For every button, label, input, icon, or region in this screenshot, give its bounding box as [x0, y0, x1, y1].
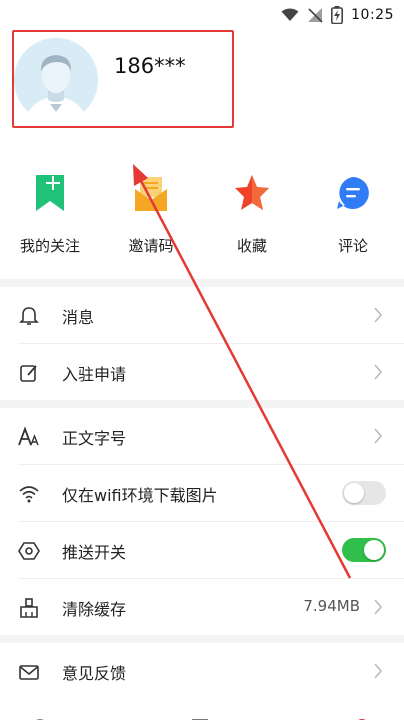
action-invite-code-label: 邀请码: [128, 237, 174, 255]
chevron-right-icon: [374, 663, 383, 679]
mail-icon: [19, 665, 39, 680]
tab-bar-icons-peek: [36, 719, 366, 720]
menu-item-apply[interactable]: 入驻申请: [0, 344, 404, 400]
wifi-images-toggle[interactable]: [342, 481, 386, 505]
menu-item-messages[interactable]: 消息: [0, 287, 404, 343]
bell-icon: [19, 307, 39, 325]
cache-size-value: 7.94MB: [303, 597, 360, 615]
section-divider: [0, 279, 404, 287]
font-size-icon: [18, 426, 39, 446]
menu-item-font-size-label: 正文字号: [62, 429, 127, 448]
chevron-right-icon: [374, 307, 383, 323]
menu-item-apply-label: 入驻申请: [62, 365, 127, 384]
wifi-signal-icon: [281, 8, 299, 21]
annotation-highlight-box: [12, 30, 234, 128]
bookmark-plus-icon: [36, 175, 64, 211]
menu-item-push: 推送开关: [0, 522, 404, 578]
push-toggle[interactable]: [342, 538, 386, 562]
menu-item-clear-cache[interactable]: 清除缓存 7.94MB: [0, 579, 404, 635]
status-bar: 10:25: [0, 0, 404, 30]
menu-item-font-size[interactable]: 正文字号: [0, 408, 404, 464]
envelope-icon: [135, 177, 167, 211]
menu-item-wifi-images-label: 仅在wifi环境下载图片: [62, 486, 218, 505]
menu-item-wifi-images: 仅在wifi环境下载图片: [0, 465, 404, 521]
chat-bubble-icon: [337, 177, 369, 209]
action-following[interactable]: 我的关注: [5, 165, 95, 265]
chevron-right-icon: [374, 364, 383, 380]
quick-actions: 我的关注 邀请码 收藏 评论: [0, 165, 404, 265]
action-favorites-label: 收藏: [236, 237, 267, 255]
action-comments-label: 评论: [337, 237, 368, 255]
chevron-right-icon: [374, 599, 383, 615]
menu-item-feedback[interactable]: 意见反馈: [0, 643, 404, 699]
chevron-right-icon: [374, 428, 383, 444]
menu-item-feedback-label: 意见反馈: [62, 664, 127, 683]
battery-charging-icon: [331, 6, 344, 24]
action-invite-code[interactable]: 邀请码: [106, 165, 196, 265]
profile-header[interactable]: 186***: [0, 30, 404, 140]
star-icon: [235, 175, 269, 210]
no-signal-icon: [308, 8, 323, 23]
action-favorites[interactable]: 收藏: [207, 165, 297, 265]
wifi-icon: [19, 486, 39, 503]
section-divider: [0, 635, 404, 643]
edit-icon: [20, 365, 37, 382]
section-divider: [0, 400, 404, 408]
menu-item-clear-cache-label: 清除缓存: [62, 600, 127, 619]
bottom-tab-bar: [0, 710, 404, 720]
broom-icon: [20, 598, 38, 618]
menu-item-messages-label: 消息: [62, 308, 95, 327]
action-comments[interactable]: 评论: [308, 165, 398, 265]
action-following-label: 我的关注: [19, 237, 80, 255]
status-time: 10:25: [351, 7, 394, 23]
menu-item-push-label: 推送开关: [62, 543, 127, 562]
hexagon-icon: [18, 542, 40, 560]
